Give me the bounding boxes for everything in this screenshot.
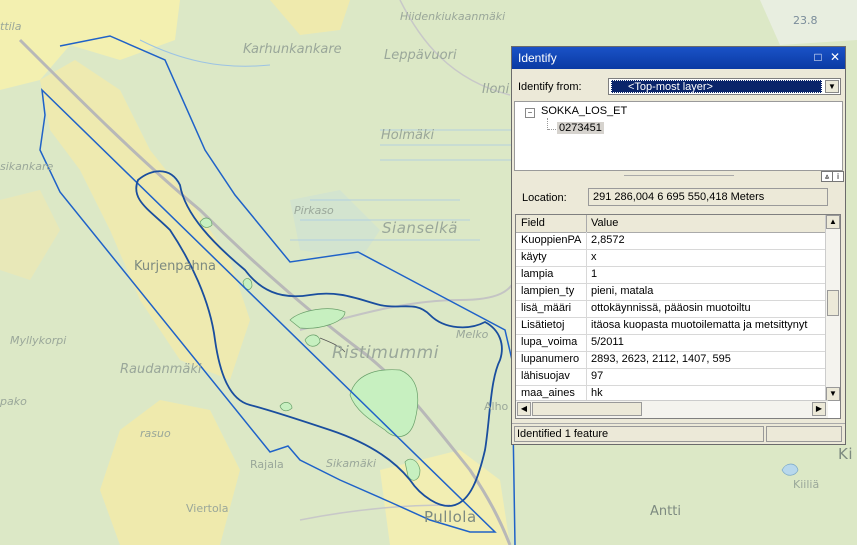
pane-splitter[interactable]: ⩓ i [514,171,844,182]
value-cell: 97 [591,370,604,382]
field-cell: lisä_määri [521,302,572,314]
map-label: ttila [0,20,22,33]
table-row[interactable]: lisä_määri ottokäynnissä, pääosin muotoil… [516,300,828,318]
close-icon[interactable]: ✕ [828,50,842,64]
scroll-up-icon[interactable]: ▲ [826,215,840,229]
map-label: Holmäki [381,128,435,143]
field-cell: KuoppienPA [521,234,582,246]
value-cell: pieni, matala [591,285,654,297]
attribute-grid[interactable]: Field Value KuoppienPA 2,8572 käyty x lampia… [515,214,841,419]
map-label: Kurjenpahna [134,259,216,274]
scroll-right-icon[interactable]: ▶ [812,402,826,416]
map-label: pako [0,395,27,408]
value-cell: 5/2011 [591,336,624,348]
identify-titlebar[interactable]: Identify □ ✕ [512,47,845,69]
table-row[interactable]: KuoppienPA 2,8572 [516,232,828,250]
map-label: Viertola [186,502,229,515]
field-cell: lähisuojav [521,370,570,382]
value-cell: 2,8572 [591,234,625,246]
map-label: rasuo [140,427,171,440]
map-label: Antti [650,504,681,519]
value-cell: 1 [591,268,598,280]
map-label: Sikamäki [326,457,377,470]
field-cell: käyty [521,251,547,263]
map-label: Pirkaso [294,204,334,217]
value-cell: ottokäynnissä, pääosin muotoiltu [591,302,751,314]
table-row[interactable]: lähisuojav 97 [516,368,828,386]
scroll-thumb[interactable] [827,290,839,316]
elevation-label: 23.8 [793,14,818,27]
field-cell: lampia [521,268,554,280]
splitter-grip [624,175,734,178]
value-cell: hk [591,387,603,399]
grid-header: Field Value [516,215,828,233]
value-column-header[interactable]: Value [591,217,618,229]
scroll-thumb[interactable] [532,402,642,416]
field-cell: lupanumero [521,353,580,365]
map-label: Myllykorpi [10,334,67,347]
horizontal-scrollbar[interactable]: ◀ ▶ [516,400,828,418]
status-text: Identified 1 feature [514,426,764,442]
value-cell: itäosa kuopasta muotoilematta ja metsitt… [591,319,808,331]
map-label: Pullola [424,508,477,526]
map-label: Iloni [482,82,510,97]
tree-layer-node[interactable]: SOKKA_LOS_ET [541,105,627,117]
location-field[interactable]: 291 286,004 6 695 550,418 Meters [588,188,828,206]
info-icon[interactable]: i [832,171,844,182]
field-cell: lupa_voima [521,336,578,348]
results-tree[interactable]: − SOKKA_LOS_ET 0273451 [514,101,843,171]
status-panel [766,426,842,442]
window-title: Identify [518,51,557,65]
value-cell: x [591,251,597,263]
scroll-down-icon[interactable]: ▼ [826,387,840,401]
map-label: Ki [838,445,854,463]
field-cell: Lisätietoj [521,319,565,331]
table-row[interactable]: lupa_voima 5/2011 [516,334,828,352]
status-bar: Identified 1 feature [512,423,845,445]
field-cell: lampien_ty [521,285,575,297]
table-row[interactable]: käyty x [516,249,828,267]
map-label: Sianselkä [382,219,458,237]
map-label: sikankare [0,160,54,173]
map-label: Alho [484,400,509,413]
map-label: Melko [456,328,489,341]
vertical-scrollbar[interactable]: ▲ ▼ [825,215,840,401]
map-label: Karhunkankare [243,42,342,57]
table-row[interactable]: lampia 1 [516,266,828,284]
tree-feature-node[interactable]: 0273451 [557,122,604,134]
table-row[interactable]: lupanumero 2893, 2623, 2112, 1407, 595 [516,351,828,369]
map-label: Leppävuori [384,48,457,63]
field-cell: maa_aines [521,387,575,399]
identify-window[interactable]: Identify □ ✕ Identify from: <Top-most la… [511,46,846,445]
value-cell: 2893, 2623, 2112, 1407, 595 [591,353,731,365]
map-label: Hiidenkiukaanmäki [400,10,506,23]
scroll-left-icon[interactable]: ◀ [517,402,531,416]
tree-connector [548,129,556,130]
map-label: Raudanmäki [120,362,202,377]
map-label: Ristimummi [332,343,439,363]
collapse-icon[interactable]: − [525,108,535,118]
table-row[interactable]: Lisätietoj itäosa kuopasta muotoilematta … [516,317,828,335]
maximize-icon[interactable]: □ [811,50,825,64]
identify-from-label: Identify from: [518,81,582,93]
map-label: Rajala [250,458,284,471]
pond [279,402,293,412]
table-row[interactable]: lampien_ty pieni, matala [516,283,828,301]
location-label: Location: [522,192,567,204]
map-label: Kiiliä [793,478,820,491]
chevron-down-icon[interactable]: ▼ [825,80,839,93]
identify-from-value: <Top-most layer> [611,80,822,93]
identify-from-dropdown[interactable]: <Top-most layer> ▼ [608,78,841,95]
field-column-header[interactable]: Field [521,217,545,229]
